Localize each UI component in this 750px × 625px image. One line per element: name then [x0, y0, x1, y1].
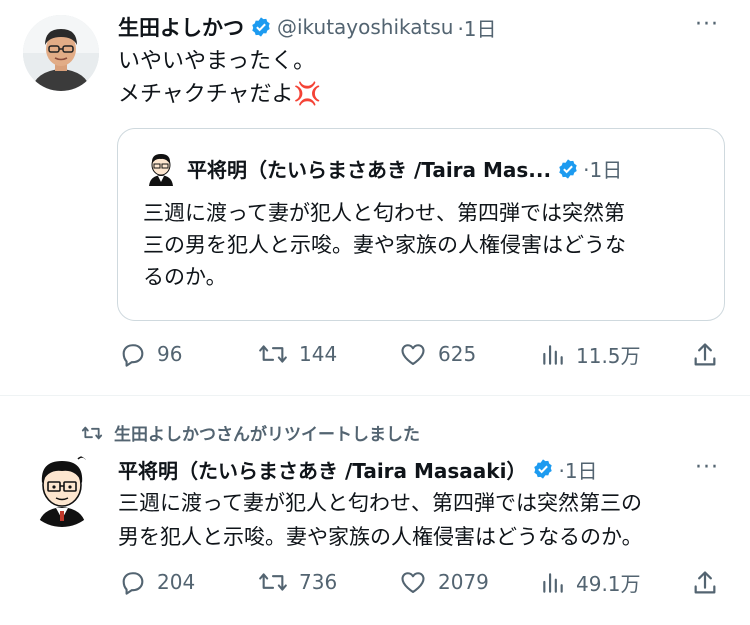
- tweet-text-line: いやいやまったく。: [118, 49, 316, 74]
- views-icon: [543, 344, 563, 365]
- more-icon[interactable]: ···: [695, 455, 719, 480]
- share-icon: [694, 571, 716, 594]
- verified-badge-icon: [532, 458, 554, 480]
- more-icon[interactable]: ···: [695, 12, 719, 37]
- retweet-icon: [81, 426, 103, 439]
- views-button[interactable]: 11.5万: [540, 340, 641, 369]
- tweet-text-line: 三週に渡って妻が犯人と匂わせ、第四弾では突然第三の: [118, 491, 642, 515]
- like-button[interactable]: 2079: [398, 568, 489, 596]
- views-count: 11.5万: [576, 344, 641, 368]
- quote-text-line: 三週に渡って妻が犯人と匂わせ、第四弾では突然第: [143, 201, 625, 225]
- views-button[interactable]: 49.1万: [540, 568, 641, 597]
- timestamp[interactable]: ·1日: [558, 455, 597, 484]
- author-name[interactable]: 平将明（たいらまさあき /Taira Masaaki）: [118, 455, 526, 484]
- tweet-text: いやいやまったく。 メチャクチャだよ💢: [118, 45, 321, 111]
- quote-author-name: 平将明（たいらまさあき /Taira Mas...: [187, 158, 552, 182]
- verified-badge-icon: [557, 158, 579, 180]
- tweet-header: 生田よしかつ @ikutayoshikatsu ·1日: [118, 10, 497, 44]
- quote-avatar: [146, 152, 176, 186]
- reply-icon: [122, 572, 144, 595]
- reply-count: 204: [157, 570, 196, 594]
- views-count: 49.1万: [576, 572, 641, 596]
- share-button[interactable]: [691, 341, 719, 373]
- retweet-icon: [259, 345, 287, 363]
- quote-text-line: 三の男を犯人と示唆。妻や家族の人権侵害はどうな: [143, 233, 626, 257]
- tweet-text: 三週に渡って妻が犯人と匂わせ、第四弾では突然第三の 男を犯人と示唆。妻や家族の人…: [118, 486, 643, 554]
- retweet-banner: 生田よしかつさんがリツイートしました: [80, 420, 420, 445]
- quoted-tweet[interactable]: 平将明（たいらまさあき /Taira Mas... ·1日 三週に渡って妻が犯人…: [117, 128, 725, 321]
- retweet-count: 736: [299, 570, 338, 594]
- retweet-count: 144: [299, 342, 338, 366]
- like-icon: [401, 572, 425, 593]
- author-handle[interactable]: @ikutayoshikatsu: [277, 15, 453, 39]
- share-icon: [694, 343, 716, 366]
- reply-button[interactable]: 96: [119, 340, 182, 368]
- tweet-text-line: 男を犯人と示唆。妻や家族の人権侵害はどうなるのか。: [118, 525, 643, 549]
- quote-text-line: るのか。: [143, 265, 227, 289]
- quote-timestamp: ·1日: [583, 158, 623, 182]
- like-count: 625: [438, 342, 477, 366]
- like-count: 2079: [438, 570, 489, 594]
- timestamp[interactable]: ·1日: [457, 13, 496, 42]
- retweet-button[interactable]: 144: [257, 340, 337, 368]
- tweet-1[interactable]: 生田よしかつ @ikutayoshikatsu ·1日 ··· いやいやまったく…: [0, 0, 750, 395]
- avatar[interactable]: [23, 15, 99, 91]
- retweet-button[interactable]: 736: [257, 568, 337, 596]
- reply-count: 96: [157, 342, 183, 366]
- avatar[interactable]: [24, 451, 100, 527]
- verified-badge-icon: [250, 16, 272, 38]
- views-icon: [543, 572, 563, 593]
- tweet-2[interactable]: 生田よしかつさんがリツイートしました 平将明（たいらまさあき /Taira Ma…: [0, 396, 750, 625]
- like-button[interactable]: 625: [398, 340, 476, 368]
- like-icon: [401, 344, 425, 365]
- quote-header: 平将明（たいらまさあき /Taira Mas... ·1日: [187, 154, 622, 183]
- tweet-text-line: メチャクチャだよ💢: [118, 82, 321, 107]
- reply-icon: [122, 344, 144, 367]
- quote-text: 三週に渡って妻が犯人と匂わせ、第四弾では突然第 三の男を犯人と示唆。妻や家族の人…: [143, 197, 626, 293]
- tweet-header: 平将明（たいらまさあき /Taira Masaaki） ·1日: [118, 453, 598, 485]
- author-name[interactable]: 生田よしかつ: [118, 12, 244, 42]
- retweet-banner-text[interactable]: 生田よしかつさんがリツイートしました: [114, 420, 420, 445]
- share-button[interactable]: [691, 569, 719, 601]
- reply-button[interactable]: 204: [119, 568, 195, 596]
- retweet-icon: [259, 573, 287, 591]
